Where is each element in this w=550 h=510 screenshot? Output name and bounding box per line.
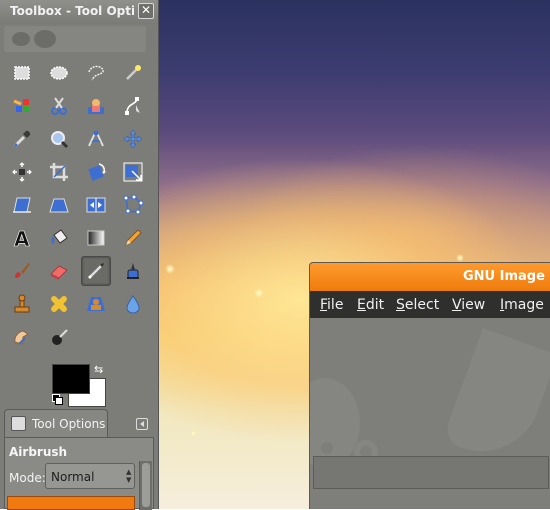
- move-icon[interactable]: [118, 124, 148, 154]
- menu-image[interactable]: Image: [500, 297, 544, 313]
- dropdown-arrows-icon: ▲ ▼: [126, 468, 132, 484]
- fuzzy-select-icon[interactable]: [118, 58, 148, 88]
- clone-icon[interactable]: [7, 289, 37, 319]
- scissors-select-icon[interactable]: [44, 91, 74, 121]
- flip-icon[interactable]: [81, 190, 111, 220]
- select-by-color-icon[interactable]: [7, 91, 37, 121]
- tool-options-icon: [11, 416, 26, 431]
- dock-menu-arrow-icon[interactable]: [136, 418, 148, 430]
- foreground-color-swatch[interactable]: [52, 364, 90, 394]
- blur-sharpen-icon[interactable]: [118, 289, 148, 319]
- ellipse-select-icon[interactable]: [44, 58, 74, 88]
- eraser-icon[interactable]: [44, 256, 74, 286]
- tab-tool-options-label: Tool Options: [32, 417, 106, 431]
- wallpaper-sparkle: [165, 264, 175, 274]
- wilber-eye-shape: [34, 30, 56, 48]
- swap-colors-icon[interactable]: ⇆: [94, 364, 103, 375]
- zoom-icon[interactable]: [44, 124, 74, 154]
- menu-edit[interactable]: Edit: [357, 297, 384, 313]
- toolbox-title: Toolbox - Tool Optio: [10, 4, 134, 18]
- tool-options-panel: Airbrush Mode: Normal ▲ ▼: [4, 437, 154, 510]
- menu-select[interactable]: Select: [396, 297, 439, 313]
- rotate-icon[interactable]: [81, 157, 111, 187]
- image-window-titlebar[interactable]: GNU Image M: [310, 263, 550, 292]
- align-icon[interactable]: [7, 157, 37, 187]
- default-colors-icon[interactable]: [52, 394, 63, 405]
- rectangle-select-icon[interactable]: [7, 58, 37, 88]
- mode-dropdown[interactable]: Normal ▲ ▼: [45, 463, 135, 489]
- tab-tool-options[interactable]: Tool Options: [4, 409, 108, 437]
- pencil-icon[interactable]: [118, 223, 148, 253]
- paths-icon[interactable]: [118, 91, 148, 121]
- measure-icon[interactable]: [81, 124, 111, 154]
- smudge-icon[interactable]: [7, 322, 37, 352]
- menu-view[interactable]: View: [452, 297, 485, 313]
- mode-label: Mode:: [9, 471, 46, 485]
- airbrush-icon[interactable]: [81, 256, 111, 286]
- opacity-slider[interactable]: [7, 496, 135, 510]
- ink-icon[interactable]: [118, 256, 148, 286]
- scale-icon[interactable]: [118, 157, 148, 187]
- statusbar: [313, 456, 549, 489]
- close-icon[interactable]: ✕: [138, 3, 154, 19]
- color-selector: ⇆: [52, 364, 108, 408]
- tool-options-scrollbar[interactable]: [139, 461, 152, 510]
- dodge-burn-icon[interactable]: [44, 322, 74, 352]
- bucket-fill-icon[interactable]: [44, 223, 74, 253]
- wilber-drop-area[interactable]: [4, 26, 146, 52]
- wilber-background-shape: [441, 327, 550, 469]
- mode-value: Normal: [51, 470, 95, 484]
- shear-icon[interactable]: [7, 190, 37, 220]
- image-window: GNU Image M File Edit Select View Image: [309, 262, 550, 509]
- wilber-eye-shape: [12, 32, 30, 46]
- blend-icon[interactable]: [81, 223, 111, 253]
- color-picker-icon[interactable]: [7, 124, 37, 154]
- scrollbar-thumb[interactable]: [142, 463, 150, 507]
- menu-file[interactable]: File: [320, 297, 343, 313]
- menubar: File Edit Select View Image: [310, 291, 550, 318]
- perspective-icon[interactable]: [44, 190, 74, 220]
- free-select-icon[interactable]: [81, 58, 111, 88]
- foreground-select-icon[interactable]: [81, 91, 111, 121]
- toolbox-window: Toolbox - Tool Optio ✕ A ⇆ Tool Options …: [0, 0, 159, 510]
- perspective-clone-icon[interactable]: [81, 289, 111, 319]
- heal-icon[interactable]: [44, 289, 74, 319]
- image-window-title: GNU Image M: [463, 269, 550, 284]
- wallpaper-sparkle: [456, 254, 464, 262]
- paintbrush-icon[interactable]: [7, 256, 37, 286]
- wallpaper-sparkle: [190, 430, 197, 437]
- tool-options-title: Airbrush: [9, 445, 68, 459]
- cage-transform-icon[interactable]: [118, 190, 148, 220]
- text-icon[interactable]: A: [7, 223, 37, 253]
- toolbox-titlebar[interactable]: Toolbox - Tool Optio ✕: [0, 0, 158, 24]
- crop-icon[interactable]: [44, 157, 74, 187]
- svg-text:A: A: [14, 227, 30, 249]
- wallpaper-sparkle: [254, 288, 264, 298]
